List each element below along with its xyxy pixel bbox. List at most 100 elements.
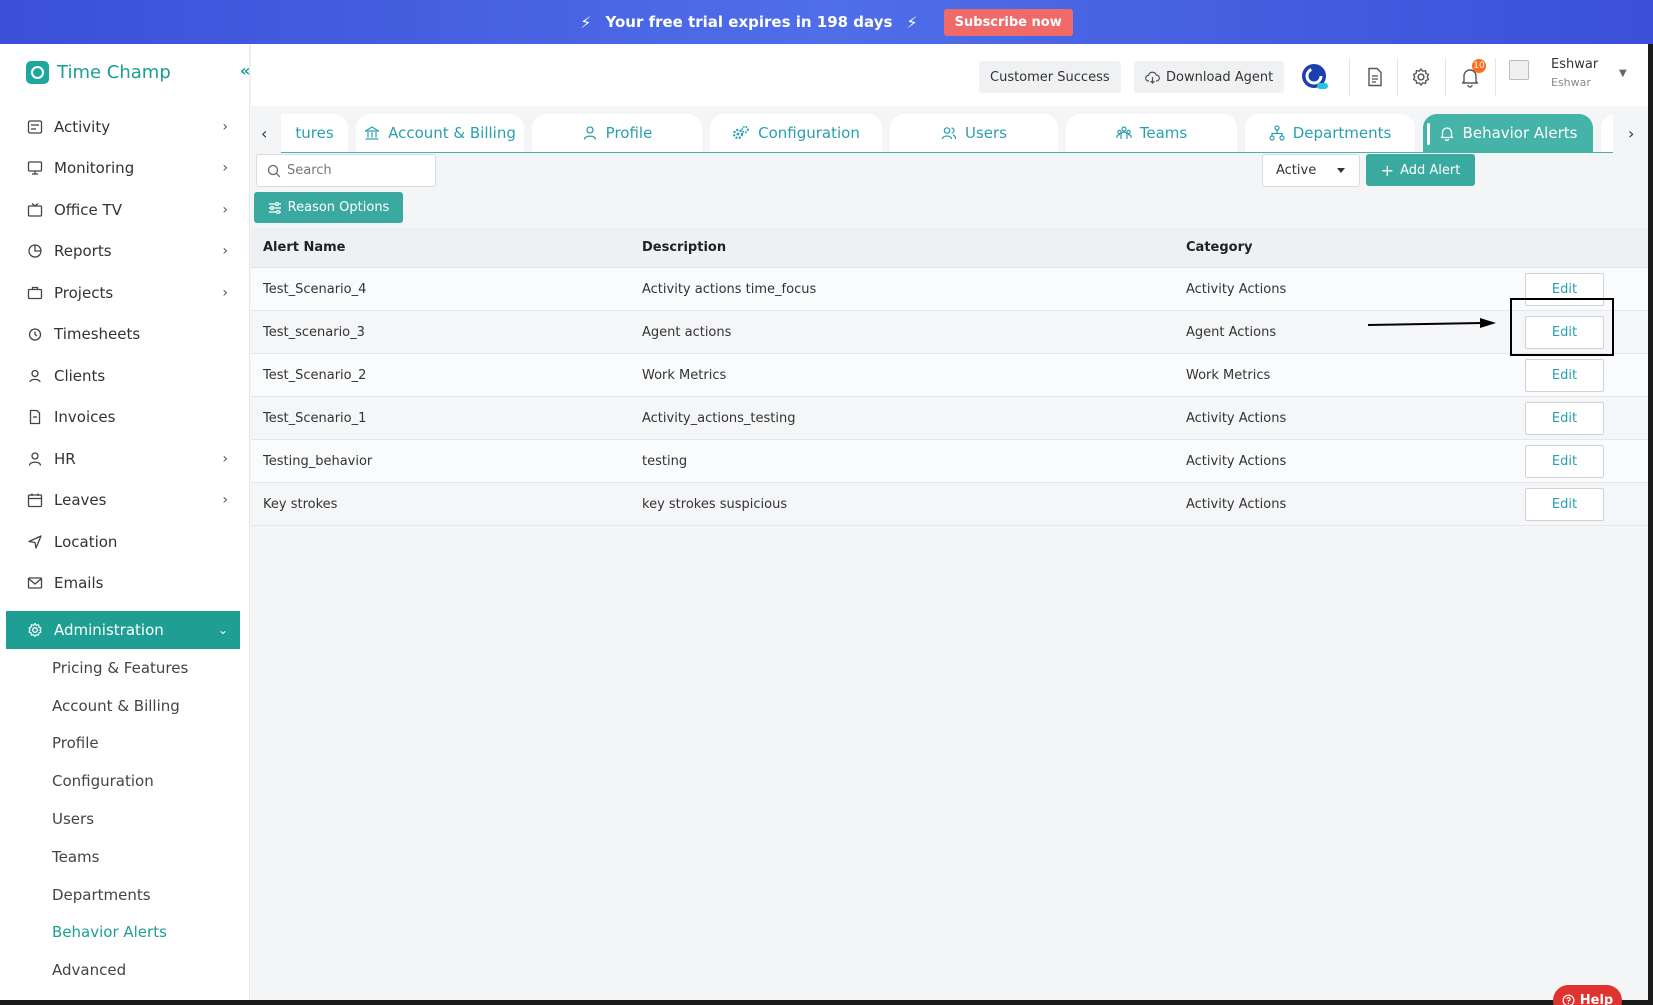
- chevron-right-icon: ›: [222, 243, 228, 260]
- table-row: Key strokes key strokes suspicious Activ…: [251, 483, 1648, 526]
- chevron-down-icon[interactable]: ▼: [1619, 68, 1627, 79]
- logo[interactable]: Time Champ: [0, 44, 250, 100]
- category-cell: Activity Actions: [1186, 281, 1287, 297]
- sidebar-item-projects[interactable]: Projects ›: [0, 272, 250, 314]
- sidebar-item-timesheets[interactable]: Timesheets: [0, 314, 250, 356]
- sidebar-item-emails[interactable]: Emails: [0, 563, 250, 605]
- calendar-icon: [26, 491, 44, 509]
- search-field[interactable]: [287, 163, 427, 178]
- notification-bell-icon[interactable]: 10: [1453, 59, 1487, 94]
- submenu-item-pricing-features[interactable]: Pricing & Features: [6, 649, 240, 687]
- reason-options-button[interactable]: Reason Options: [254, 192, 403, 223]
- submenu-item-advanced[interactable]: Advanced: [6, 951, 240, 989]
- avatar[interactable]: [1509, 60, 1529, 80]
- subscribe-button[interactable]: Subscribe now: [943, 8, 1073, 36]
- divider: [1349, 58, 1350, 96]
- tab-label: Behavior Alerts: [1462, 124, 1578, 142]
- sidebar-item-label: Emails: [54, 574, 104, 593]
- gear-icon: [26, 621, 44, 639]
- divider: [1445, 58, 1446, 96]
- status-filter-dropdown[interactable]: Active: [1262, 154, 1360, 187]
- tab-users[interactable]: Users: [890, 114, 1058, 152]
- description-cell: Agent actions: [642, 324, 732, 340]
- column-header-category[interactable]: Category: [1186, 240, 1252, 255]
- tab-label: Departments: [1292, 124, 1392, 142]
- settings-gear-icon[interactable]: [1404, 60, 1438, 94]
- sidebar-item-activity[interactable]: Activity ›: [0, 106, 250, 148]
- sidebar-item-leaves[interactable]: Leaves ›: [0, 480, 250, 522]
- tab-departments[interactable]: Departments: [1245, 114, 1415, 152]
- alert-name-cell: Test_scenario_3: [263, 324, 365, 340]
- plus-icon: +: [1380, 160, 1395, 180]
- sidebar-item-reports[interactable]: Reports ›: [0, 231, 250, 273]
- tab-account-billing[interactable]: Account & Billing: [356, 114, 524, 152]
- edit-button[interactable]: Edit: [1525, 402, 1604, 435]
- pointer-arrow: [1368, 318, 1496, 328]
- edit-button[interactable]: Edit: [1525, 445, 1604, 478]
- sidebar-item-label: Projects: [54, 283, 114, 302]
- submenu-item-departments[interactable]: Departments: [6, 876, 240, 914]
- download-agent-button[interactable]: Download Agent: [1134, 61, 1285, 93]
- user-name[interactable]: Eshwar: [1551, 57, 1598, 72]
- tab-advanced[interactable]: [1601, 114, 1613, 152]
- tab-teams[interactable]: Teams: [1066, 114, 1237, 152]
- submenu-item-configuration[interactable]: Configuration: [6, 762, 240, 800]
- description-cell: Work Metrics: [642, 367, 727, 383]
- chat-support-icon[interactable]: [1298, 60, 1332, 94]
- tab-pricing-features[interactable]: tures: [281, 114, 348, 152]
- submenu-item-profile[interactable]: Profile: [6, 725, 240, 763]
- column-header-alert-name[interactable]: Alert Name: [263, 240, 346, 255]
- customer-success-button[interactable]: Customer Success: [979, 61, 1121, 93]
- document-icon[interactable]: [1358, 60, 1392, 94]
- collapse-sidebar-icon[interactable]: «: [240, 61, 250, 80]
- submenu-item-behavior-alerts[interactable]: Behavior Alerts: [6, 914, 240, 952]
- logo-icon: [26, 60, 49, 84]
- submenu-item-teams[interactable]: Teams: [6, 838, 240, 876]
- sidebar-item-clients[interactable]: Clients: [0, 355, 250, 397]
- description-cell: Activity_actions_testing: [642, 410, 796, 426]
- person-icon: [582, 125, 598, 141]
- tab-profile[interactable]: Profile: [532, 114, 702, 152]
- table-row: Test_Scenario_2 Work Metrics Work Metric…: [251, 354, 1648, 397]
- clock-icon: [26, 325, 44, 343]
- briefcase-icon: [26, 284, 44, 302]
- app-window: Time Champ « Activity › Monitoring › Off…: [0, 44, 1648, 1005]
- sidebar-item-label: Monitoring: [54, 159, 135, 178]
- search-input[interactable]: [256, 154, 436, 187]
- column-header-description[interactable]: Description: [642, 240, 726, 255]
- sliders-icon: [268, 201, 282, 215]
- alert-name-cell: Test_Scenario_2: [263, 367, 367, 383]
- chevron-right-icon: ›: [222, 492, 228, 509]
- submenu-item-users[interactable]: Users: [6, 800, 240, 838]
- submenu-item-account-billing[interactable]: Account & Billing: [6, 687, 240, 725]
- tv-icon: [26, 201, 44, 219]
- tab-behavior-alerts[interactable]: Behavior Alerts: [1423, 114, 1593, 152]
- sidebar-item-label: Location: [54, 532, 118, 551]
- tab-configuration[interactable]: Configuration: [710, 114, 882, 152]
- sidebar-item-hr[interactable]: HR ›: [0, 438, 250, 480]
- chevron-right-icon: ›: [222, 201, 228, 218]
- table-header: Alert Name Description Category: [251, 228, 1648, 268]
- tab-scroll-left-icon[interactable]: ‹: [261, 124, 267, 143]
- edit-button[interactable]: Edit: [1525, 488, 1604, 521]
- sidebar-item-office-tv[interactable]: Office TV ›: [0, 189, 250, 231]
- sidebar-item-administration[interactable]: Administration ⌄: [6, 611, 240, 649]
- lightning-icon: ⚡: [580, 12, 592, 32]
- location-icon: [26, 533, 44, 551]
- sidebar-item-label: Invoices: [54, 408, 116, 427]
- table-row: Test_Scenario_1 Activity_actions_testing…: [251, 397, 1648, 440]
- tab-label: Configuration: [758, 124, 860, 142]
- sidebar-item-location[interactable]: Location: [0, 521, 250, 563]
- alert-name-cell: Testing_behavior: [263, 453, 373, 469]
- tab-scroll-right-icon[interactable]: ›: [1628, 124, 1634, 143]
- help-label: Help: [1579, 993, 1614, 1005]
- sidebar-item-invoices[interactable]: Invoices: [0, 397, 250, 439]
- edit-button[interactable]: Edit: [1525, 359, 1604, 392]
- sidebar-item-monitoring[interactable]: Monitoring ›: [0, 148, 250, 190]
- sidebar-item-label: Clients: [54, 366, 106, 385]
- monitor-icon: [26, 159, 44, 177]
- download-agent-label: Download Agent: [1166, 69, 1274, 85]
- add-alert-button[interactable]: + Add Alert: [1366, 154, 1475, 186]
- client-icon: [26, 367, 44, 385]
- help-button[interactable]: Help: [1553, 985, 1622, 1005]
